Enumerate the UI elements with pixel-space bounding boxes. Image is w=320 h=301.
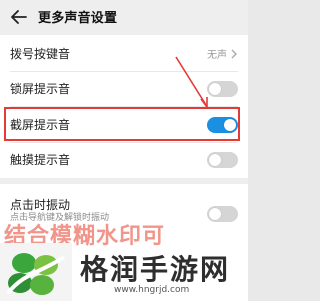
lock-sound-row: 锁屏提示音 [0, 72, 248, 105]
touch-sound-toggle[interactable] [207, 151, 238, 168]
row-divider [10, 106, 238, 107]
toggle-knob [224, 118, 236, 131]
dial-tone-row[interactable]: 拨号按键音 无声 [0, 37, 248, 70]
dial-tone-value: 无声 [207, 50, 227, 61]
watermark-site-name: 格润手游网 [80, 253, 231, 286]
touch-sound-row: 触摸提示音 [0, 143, 248, 176]
toggle-knob [209, 153, 221, 166]
toggle-knob [209, 207, 221, 220]
screenshot-sound-row: 截屏提示音 [0, 108, 248, 141]
dial-tone-label: 拨号按键音 [10, 47, 71, 61]
dial-tone-value-group: 无声 [207, 46, 238, 61]
haptic-toggle[interactable] [207, 205, 238, 222]
page-title: 更多声音设置 [38, 11, 118, 26]
watermark-url: www.hngrjd.com [114, 285, 190, 295]
screenshot-sound-toggle[interactable] [207, 116, 238, 133]
lock-sound-toggle[interactable] [207, 80, 238, 97]
chevron-right-icon [230, 49, 238, 59]
screenshot-sound-label: 截屏提示音 [10, 118, 71, 132]
more-sound-settings-screen: 更多声音设置 拨号按键音 无声 锁屏提示音 截屏提示音 触摸提示音 点击时振动 … [0, 0, 248, 301]
clover-logo-icon [0, 243, 72, 301]
header-bar: 更多声音设置 [0, 0, 248, 33]
back-arrow-icon[interactable] [10, 8, 28, 26]
lock-sound-label: 锁屏提示音 [10, 82, 71, 96]
sound-settings-panel: 拨号按键音 无声 锁屏提示音 截屏提示音 触摸提示音 [0, 35, 248, 178]
toggle-knob [209, 82, 221, 95]
touch-sound-label: 触摸提示音 [10, 153, 71, 167]
